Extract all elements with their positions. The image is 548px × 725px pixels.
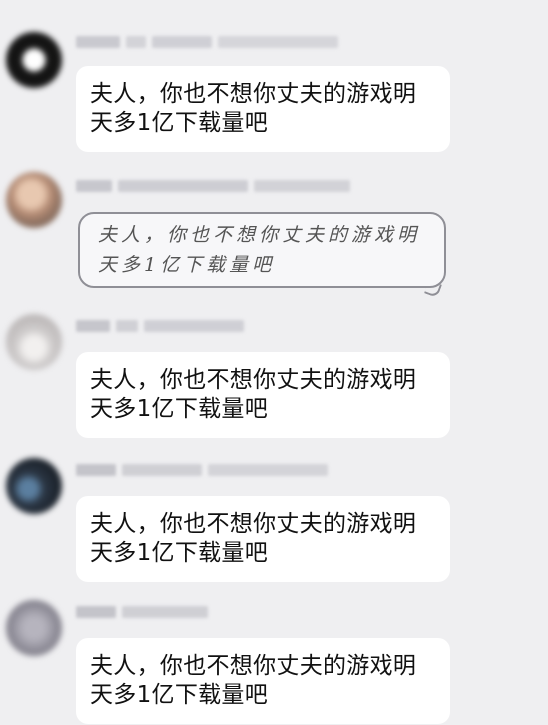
sender-name-redacted <box>76 36 338 48</box>
avatar[interactable] <box>6 600 62 656</box>
message-bubble[interactable]: 夫人，你也不想你丈夫的游戏明天多1亿下载量吧 <box>76 638 450 724</box>
message-text: 夫人，你也不想你丈夫的游戏明天多1亿下载量吧 <box>90 81 417 136</box>
message-bubble[interactable]: 夫人，你也不想你丈夫的游戏明天多1亿下载量吧 <box>76 496 450 582</box>
sender-name-redacted <box>76 320 244 332</box>
avatar[interactable] <box>6 314 62 370</box>
avatar[interactable] <box>6 458 62 514</box>
message-bubble[interactable]: 夫人，你也不想你丈夫的游戏明天多1亿下载量吧 <box>78 212 446 288</box>
message-text: 夫人，你也不想你丈夫的游戏明天多1亿下载量吧 <box>90 653 417 708</box>
message-bubble[interactable]: 夫人，你也不想你丈夫的游戏明天多1亿下载量吧 <box>76 352 450 438</box>
chat-thread: 夫人，你也不想你丈夫的游戏明天多1亿下载量吧 夫人，你也不想你丈夫的游戏明天多1… <box>0 0 548 725</box>
avatar[interactable] <box>6 172 62 228</box>
sender-name-redacted <box>76 464 328 476</box>
message-text: 夫人，你也不想你丈夫的游戏明天多1亿下载量吧 <box>98 224 421 276</box>
message-text: 夫人，你也不想你丈夫的游戏明天多1亿下载量吧 <box>90 367 417 422</box>
avatar[interactable] <box>6 32 62 88</box>
message-text: 夫人，你也不想你丈夫的游戏明天多1亿下载量吧 <box>90 511 417 566</box>
message-bubble[interactable]: 夫人，你也不想你丈夫的游戏明天多1亿下载量吧 <box>76 66 450 152</box>
sender-name-redacted <box>76 180 350 192</box>
sender-name-redacted <box>76 606 208 618</box>
